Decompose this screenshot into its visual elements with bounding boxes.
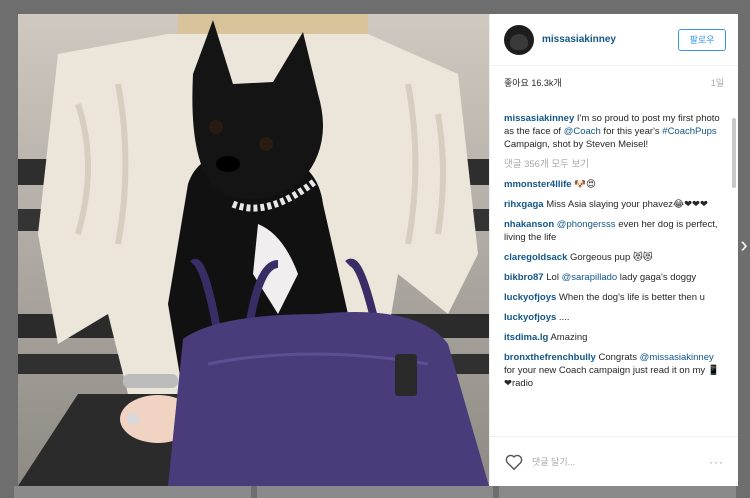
caption-mention[interactable]: @Coach — [564, 126, 601, 137]
comment-item: itsdima.lg Amazing — [504, 331, 724, 344]
comment-text-after: lady gaga's doggy — [617, 272, 697, 283]
post-header: missasiakinney 팔로우 — [490, 14, 738, 66]
comment-item: bikbro87 Lol @sarapillado lady gaga's do… — [504, 271, 724, 284]
heart-icon[interactable] — [504, 452, 524, 472]
comment-item: bronxthefrenchbully Congrats @missasiaki… — [504, 351, 724, 390]
comment-item: rihxgaga Miss Asia slaying your phavez😂❤… — [504, 198, 724, 211]
comment-mention[interactable]: @missasiakinney — [640, 352, 714, 363]
avatar[interactable] — [504, 24, 534, 55]
comment-text: Congrats — [595, 352, 640, 363]
more-options-icon[interactable]: ··· — [709, 455, 724, 469]
comment-item: luckyofjoys .... — [504, 311, 724, 324]
caption-text-3: Campaign, shot by Steven Meisel! — [504, 139, 649, 150]
comment-username[interactable]: luckyofjoys — [504, 292, 556, 303]
follow-button[interactable]: 팔로우 — [678, 28, 726, 51]
comment-text: Amazing — [548, 332, 588, 343]
comment-username[interactable]: nhakanson — [504, 219, 554, 230]
comment-username[interactable]: bronxthefrenchbully — [504, 352, 596, 363]
post-photo[interactable] — [18, 14, 489, 486]
comments-list[interactable]: missasiakinney I'm so proud to post my f… — [490, 112, 738, 436]
post-modal: missasiakinney 팔로우 좋아요 16.3k개 1일 missasi… — [18, 14, 738, 486]
comment-mention[interactable]: @sarapillado — [562, 272, 618, 283]
comment-username[interactable]: mmonster4llife — [504, 179, 572, 190]
comment-text: When the dog's life is better then u — [556, 292, 705, 303]
comment-username[interactable]: itsdima.lg — [504, 332, 548, 343]
comments-scrollbar[interactable] — [732, 118, 736, 188]
caption: missasiakinney I'm so proud to post my f… — [504, 112, 724, 151]
add-comment-input[interactable]: 댓글 달기... — [532, 455, 709, 468]
comment-text: .... — [556, 312, 570, 323]
post-author-username[interactable]: missasiakinney — [542, 34, 678, 45]
comment-item: mmonster4llife 🐶😍 — [504, 178, 724, 191]
background-feed-strip — [14, 486, 737, 498]
comment-text-after: for your new Coach campaign just read it… — [504, 365, 720, 389]
post-footer: 댓글 달기... ··· — [490, 436, 738, 486]
view-all-comments[interactable]: 댓글 356개 모두 보기 — [504, 158, 724, 171]
comment-text: Gorgeous pup 😻😻 — [567, 252, 653, 263]
post-details-panel: missasiakinney 팔로우 좋아요 16.3k개 1일 missasi… — [489, 14, 738, 486]
caption-username[interactable]: missasiakinney — [504, 113, 574, 124]
comment-text: Lol — [543, 272, 562, 283]
comment-mention[interactable]: @phongersss — [557, 219, 616, 230]
comment-text: 🐶😍 — [571, 179, 596, 190]
post-time[interactable]: 1일 — [711, 76, 724, 89]
comment-username[interactable]: luckyofjoys — [504, 312, 556, 323]
caption-hashtag[interactable]: #CoachPups — [662, 126, 716, 137]
likes-count[interactable]: 좋아요 16.3k개 — [504, 76, 562, 89]
comment-username[interactable]: rihxgaga — [504, 199, 544, 210]
comment-username[interactable]: claregoldsack — [504, 252, 567, 263]
comment-item: luckyofjoys When the dog's life is bette… — [504, 291, 724, 304]
likes-row: 좋아요 16.3k개 1일 — [490, 66, 738, 98]
comment-item: nhakanson @phongersss even her dog is pe… — [504, 218, 724, 244]
comment-username[interactable]: bikbro87 — [504, 272, 544, 283]
chevron-right-icon[interactable]: › — [738, 230, 750, 260]
comment-text: Miss Asia slaying your phavez😂❤❤❤ — [543, 199, 708, 210]
caption-text-2: for this year's — [600, 126, 663, 137]
comment-item: claregoldsack Gorgeous pup 😻😻 — [504, 251, 724, 264]
photo-illustration — [18, 14, 489, 486]
